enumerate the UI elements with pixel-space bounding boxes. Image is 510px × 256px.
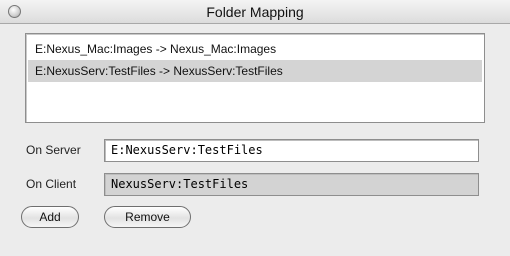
mapping-list[interactable]: E:Nexus_Mac:Images -> Nexus_Mac:Images E… [25, 33, 485, 123]
on-client-field[interactable]: NexusServ:TestFiles [104, 173, 479, 196]
folder-mapping-window: Folder Mapping E:Nexus_Mac:Images -> Nex… [0, 0, 510, 256]
mapping-list-item-selected[interactable]: E:NexusServ:TestFiles -> NexusServ:TestF… [28, 60, 482, 82]
add-button[interactable]: Add [21, 206, 79, 228]
on-server-label: On Server [26, 143, 81, 157]
remove-button[interactable]: Remove [104, 206, 191, 228]
on-server-field[interactable]: E:NexusServ:TestFiles [104, 139, 479, 162]
on-client-label: On Client [26, 177, 77, 191]
window-title: Folder Mapping [206, 4, 304, 20]
mapping-list-item[interactable]: E:Nexus_Mac:Images -> Nexus_Mac:Images [28, 38, 482, 60]
title-bar[interactable]: Folder Mapping [0, 0, 510, 24]
